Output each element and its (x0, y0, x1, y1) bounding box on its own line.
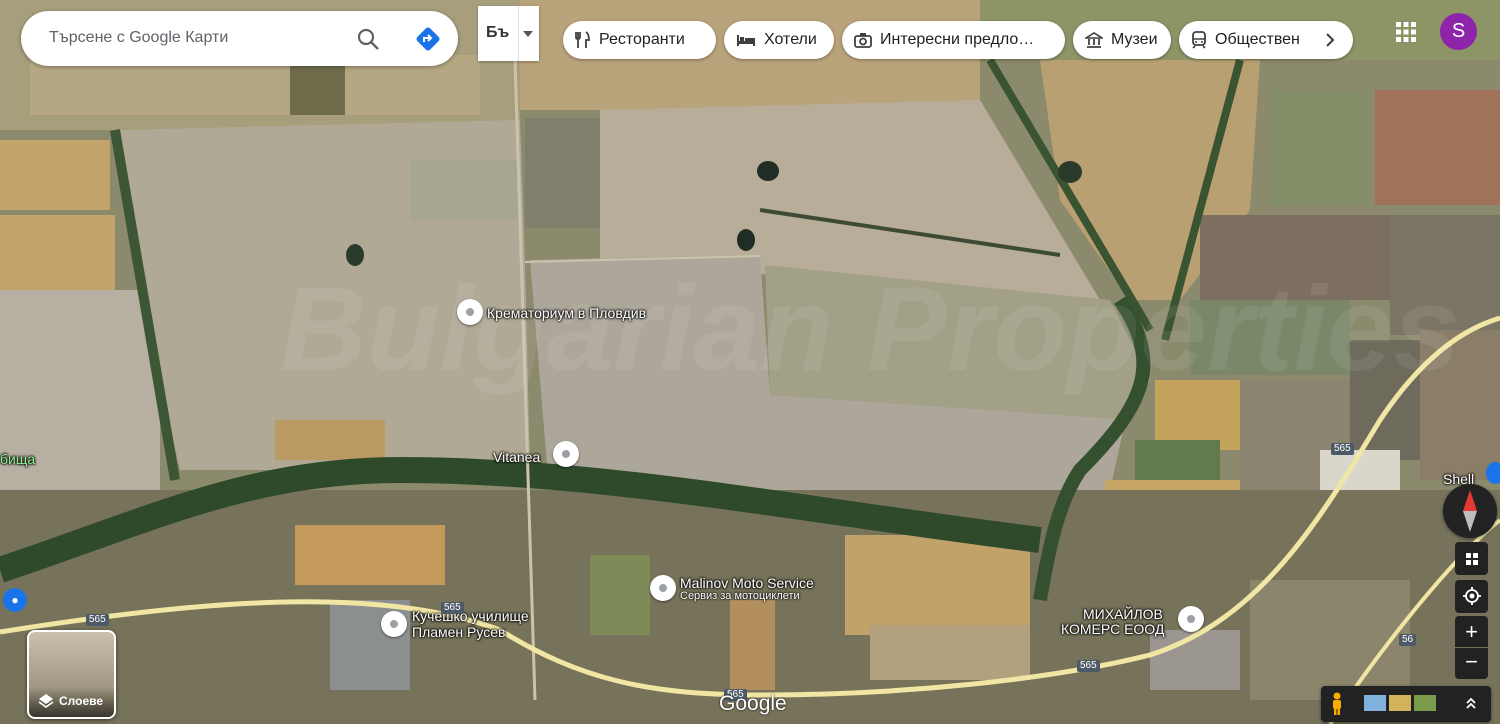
my-location-button[interactable] (1455, 580, 1488, 613)
place-label-mihaylov-2[interactable]: КОМЕРС ЕООД (1061, 621, 1164, 637)
expand-icon[interactable] (1465, 696, 1477, 712)
road-shield: 565 (441, 602, 464, 614)
category-museums[interactable]: Музеи (1073, 21, 1171, 59)
search-icon[interactable] (356, 27, 380, 51)
place-marker-vitanea[interactable] (553, 441, 579, 467)
place-label-dog-school[interactable]: Кучешко училище (412, 608, 529, 624)
divider (518, 6, 519, 61)
place-marker-dog-school[interactable] (381, 611, 407, 637)
zoom-in-button[interactable]: + (1455, 616, 1488, 647)
layers-label: Слоеве (59, 694, 104, 708)
chevron-right-icon[interactable] (1325, 33, 1335, 47)
road-shield: 56 (1399, 634, 1417, 646)
camera-icon (854, 33, 872, 48)
category-label: Интересни предло… (880, 31, 1035, 48)
place-label-vitanea[interactable]: Vitanea (493, 449, 540, 465)
category-transit[interactable]: Обществен (1179, 21, 1353, 59)
my-location-icon (1462, 587, 1481, 605)
chevron-down-icon[interactable] (522, 30, 534, 38)
imagery-thumb[interactable] (1414, 695, 1436, 711)
watermark: Bulgarian Properties (280, 262, 1460, 396)
category-label: Хотели (764, 31, 817, 48)
place-label-moto-service[interactable]: Malinov Moto Service (680, 575, 814, 591)
place-marker-moto-service[interactable] (650, 575, 676, 601)
category-label: Обществен (1215, 31, 1300, 48)
category-hotels[interactable]: Хотели (724, 21, 834, 59)
place-label-dog-school-2[interactable]: Пламен Русев (412, 624, 505, 640)
fork-knife-icon (575, 31, 590, 48)
layers-button[interactable]: Слоеве (27, 630, 116, 719)
category-attractions[interactable]: Интересни предло… (842, 21, 1065, 59)
place-marker-mihaylov[interactable] (1178, 606, 1204, 632)
directions-icon[interactable] (415, 26, 441, 52)
grid-view-button[interactable] (1455, 542, 1488, 575)
satellite-map[interactable]: Bulgarian Properties (0, 0, 1500, 724)
apps-grid-icon[interactable] (1396, 22, 1416, 42)
place-sublabel-moto-service: Сервиз за мотоциклети (680, 590, 800, 602)
road-shield: 565 (1331, 443, 1354, 455)
road-shield: 565 (1077, 660, 1100, 672)
train-icon (1192, 31, 1206, 49)
imagery-thumb[interactable] (1389, 695, 1411, 711)
pegman-icon[interactable] (1329, 692, 1345, 716)
place-label-mihaylov[interactable]: МИХАЙЛОВ (1083, 606, 1163, 622)
category-restaurants[interactable]: Ресторанти (563, 21, 716, 59)
bed-icon (737, 35, 755, 46)
road-shield: 565 (86, 614, 109, 626)
google-logo: Google (719, 692, 787, 715)
input-tools-button[interactable]: Бъ (478, 6, 539, 61)
imagery-strip[interactable] (1321, 686, 1491, 722)
grid-icon (1465, 553, 1478, 565)
gas-station-marker[interactable] (1486, 462, 1500, 484)
compass-icon (1463, 490, 1477, 532)
imagery-thumb[interactable] (1364, 695, 1386, 711)
museum-icon (1085, 32, 1103, 48)
search-input[interactable]: Търсене с Google Карти (49, 29, 228, 47)
place-label-crematorium[interactable]: Крематориум в Пловдив (487, 305, 646, 321)
lock-marker[interactable]: ● (3, 588, 27, 612)
input-tools-label: Бъ (486, 24, 510, 41)
avatar[interactable]: S (1440, 13, 1477, 50)
category-label: Ресторанти (599, 31, 685, 48)
compass-button[interactable] (1443, 484, 1497, 538)
search-box[interactable]: Търсене с Google Карти (21, 11, 458, 66)
layers-icon (38, 694, 54, 708)
place-marker-crematorium[interactable] (457, 299, 483, 325)
zoom-out-button[interactable]: − (1455, 648, 1488, 679)
category-label: Музеи (1111, 31, 1158, 48)
place-label-partial: бища (0, 451, 36, 467)
